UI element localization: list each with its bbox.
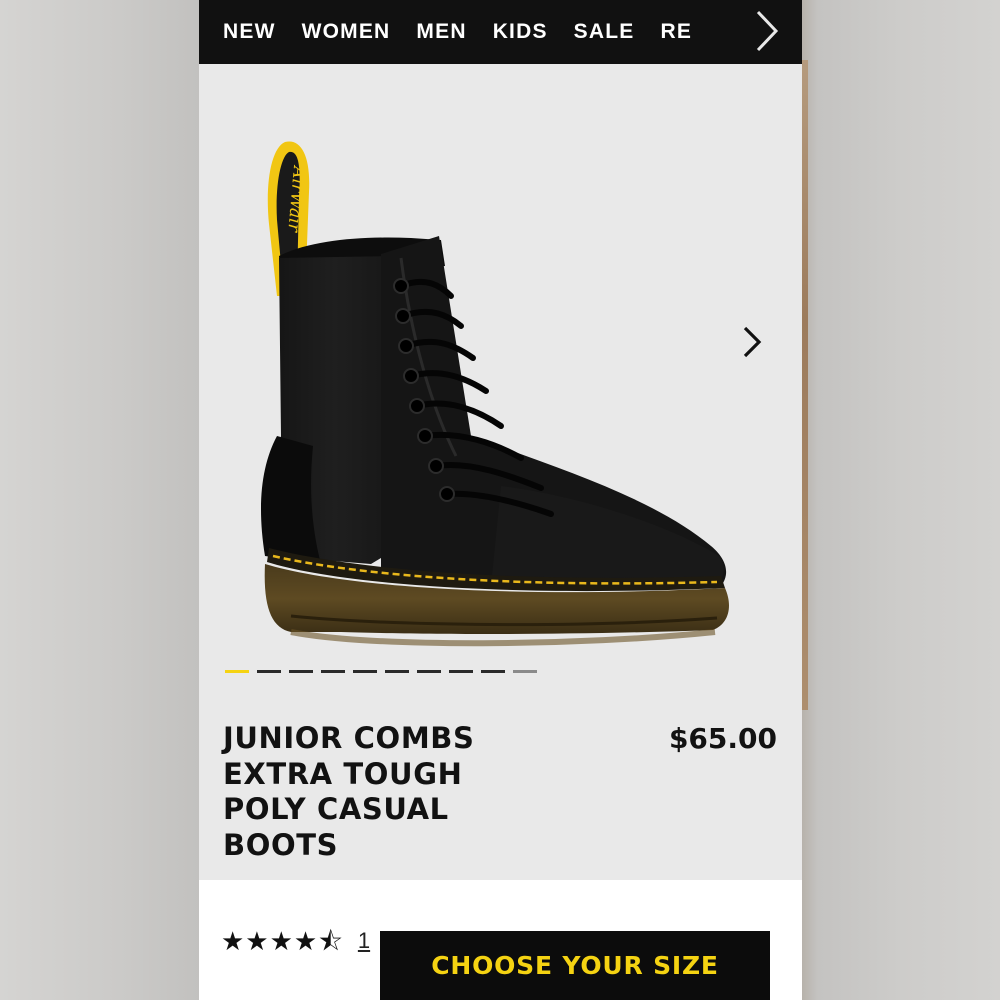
nav-item-new[interactable]: NEW	[223, 20, 276, 44]
pagination-dot[interactable]	[353, 670, 377, 673]
pagination-dot[interactable]	[513, 670, 537, 673]
choose-size-label: CHOOSE YOUR SIZE	[431, 951, 719, 980]
chevron-right-icon[interactable]	[754, 8, 780, 54]
review-count-link[interactable]: 1	[358, 928, 370, 954]
product-title-line: POLY CASUAL	[223, 792, 449, 826]
background-strip	[802, 60, 808, 710]
product-image-boot[interactable]: AirWair	[251, 136, 741, 656]
pagination-dot[interactable]	[321, 670, 345, 673]
product-rating[interactable]: ★★★★⯪ 1	[221, 926, 370, 956]
product-gallery: AirWair JUNIOR COMBS EXTRA TOUGH POLY CA…	[199, 64, 802, 880]
top-navigation: NEW WOMEN MEN KIDS SALE RE	[199, 0, 802, 64]
pagination-dot-active[interactable]	[225, 670, 249, 673]
background-right	[802, 0, 1000, 1000]
pagination-dot[interactable]	[481, 670, 505, 673]
nav-item-women[interactable]: WOMEN	[302, 20, 391, 44]
product-title-line: BOOTS	[223, 827, 339, 862]
pagination-dot[interactable]	[257, 670, 281, 673]
product-title-line: EXTRA TOUGH	[223, 756, 463, 791]
nav-item-kids[interactable]: KIDS	[493, 20, 548, 44]
gallery-pagination	[225, 670, 537, 673]
nav-item-sale[interactable]: SALE	[574, 20, 635, 44]
background-left	[0, 0, 199, 1000]
pagination-dot[interactable]	[385, 670, 409, 673]
product-title-line: JUNIOR COMBS	[223, 721, 475, 755]
pagination-dot[interactable]	[449, 670, 473, 673]
nav-item-men[interactable]: MEN	[416, 20, 466, 44]
star-icon: ★★★★⯪	[221, 926, 344, 956]
pagination-dot[interactable]	[417, 670, 441, 673]
choose-size-button[interactable]: CHOOSE YOUR SIZE	[380, 931, 770, 1000]
product-price: $65.00	[668, 722, 777, 755]
pagination-dot[interactable]	[289, 670, 313, 673]
product-title: JUNIOR COMBS EXTRA TOUGH POLY CASUAL BOO…	[223, 721, 583, 863]
nav-items: NEW WOMEN MEN KIDS SALE RE	[223, 0, 692, 64]
phone-screen: NEW WOMEN MEN KIDS SALE RE AirWair JUNIO…	[199, 0, 802, 1000]
nav-item-truncated[interactable]: RE	[660, 20, 692, 44]
chevron-right-icon[interactable]	[737, 322, 767, 362]
